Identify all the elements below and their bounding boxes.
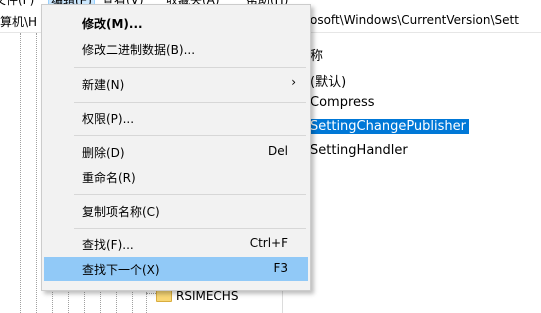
tree-branch [146, 293, 156, 294]
address-prefix: 算机\H [0, 15, 38, 29]
menu-item-label: 权限(P)... [82, 112, 135, 126]
menu-item-modify[interactable]: 修改(M)... [44, 11, 308, 35]
menu-separator [74, 102, 306, 103]
value-row[interactable]: (默认) [310, 71, 346, 90]
shortcut-label: Del [268, 144, 288, 158]
menu-item-label: 复制项名称(C) [82, 205, 160, 219]
menu-item-label: 查找下一个(X) [82, 263, 160, 277]
menu-separator [74, 194, 306, 195]
menu-item-label: 删除(D) [82, 146, 125, 160]
menu-item-new[interactable]: 新建(N) › [44, 72, 308, 96]
menu-item-modify-binary[interactable]: 修改二进制数据(B)... [44, 37, 308, 61]
menu-item-find[interactable]: 查找(F)... Ctrl+F [44, 232, 308, 256]
menu-item-delete[interactable]: 删除(D) Del [44, 140, 308, 164]
shortcut-label: F3 [273, 261, 288, 275]
menu-item-find-next[interactable]: 查找下一个(X) F3 [44, 257, 308, 281]
address-path: osoft\Windows\CurrentVersion\Sett [310, 13, 519, 27]
value-row-selected[interactable]: SettingChangePublisher [307, 119, 469, 134]
menu-item-label: 重命名(R) [82, 171, 136, 185]
tree-guide [20, 33, 21, 313]
column-header-name[interactable]: 称 [310, 45, 323, 64]
context-menu: 修改(M)... 修改二进制数据(B)... 新建(N) › 权限(P)... … [41, 4, 311, 291]
chevron-right-icon: › [291, 75, 296, 89]
value-row[interactable]: Compress [310, 95, 375, 110]
values-list: 称 (默认) Compress SettingChangePublisher S… [300, 33, 541, 313]
shortcut-label: Ctrl+F [249, 236, 288, 250]
value-row[interactable]: SettingHandler [310, 143, 408, 158]
tree-guide [36, 33, 37, 313]
menu-separator [74, 135, 306, 136]
menu-item-label: 查找(F)... [82, 238, 134, 252]
menu-item-permissions[interactable]: 权限(P)... [44, 106, 308, 130]
menu-item-label: 修改(M)... [82, 17, 143, 31]
menu-separator [74, 228, 306, 229]
tree-item-label[interactable]: RSIMECHS [176, 289, 238, 303]
menu-file[interactable]: 文件(F) [0, 0, 34, 8]
menu-item-label: 新建(N) [82, 78, 125, 92]
menu-separator [74, 67, 306, 68]
menu-item-copy-key-name[interactable]: 复制项名称(C) [44, 199, 308, 223]
menu-item-label: 修改二进制数据(B)... [82, 43, 196, 57]
menu-item-rename[interactable]: 重命名(R) [44, 165, 308, 189]
